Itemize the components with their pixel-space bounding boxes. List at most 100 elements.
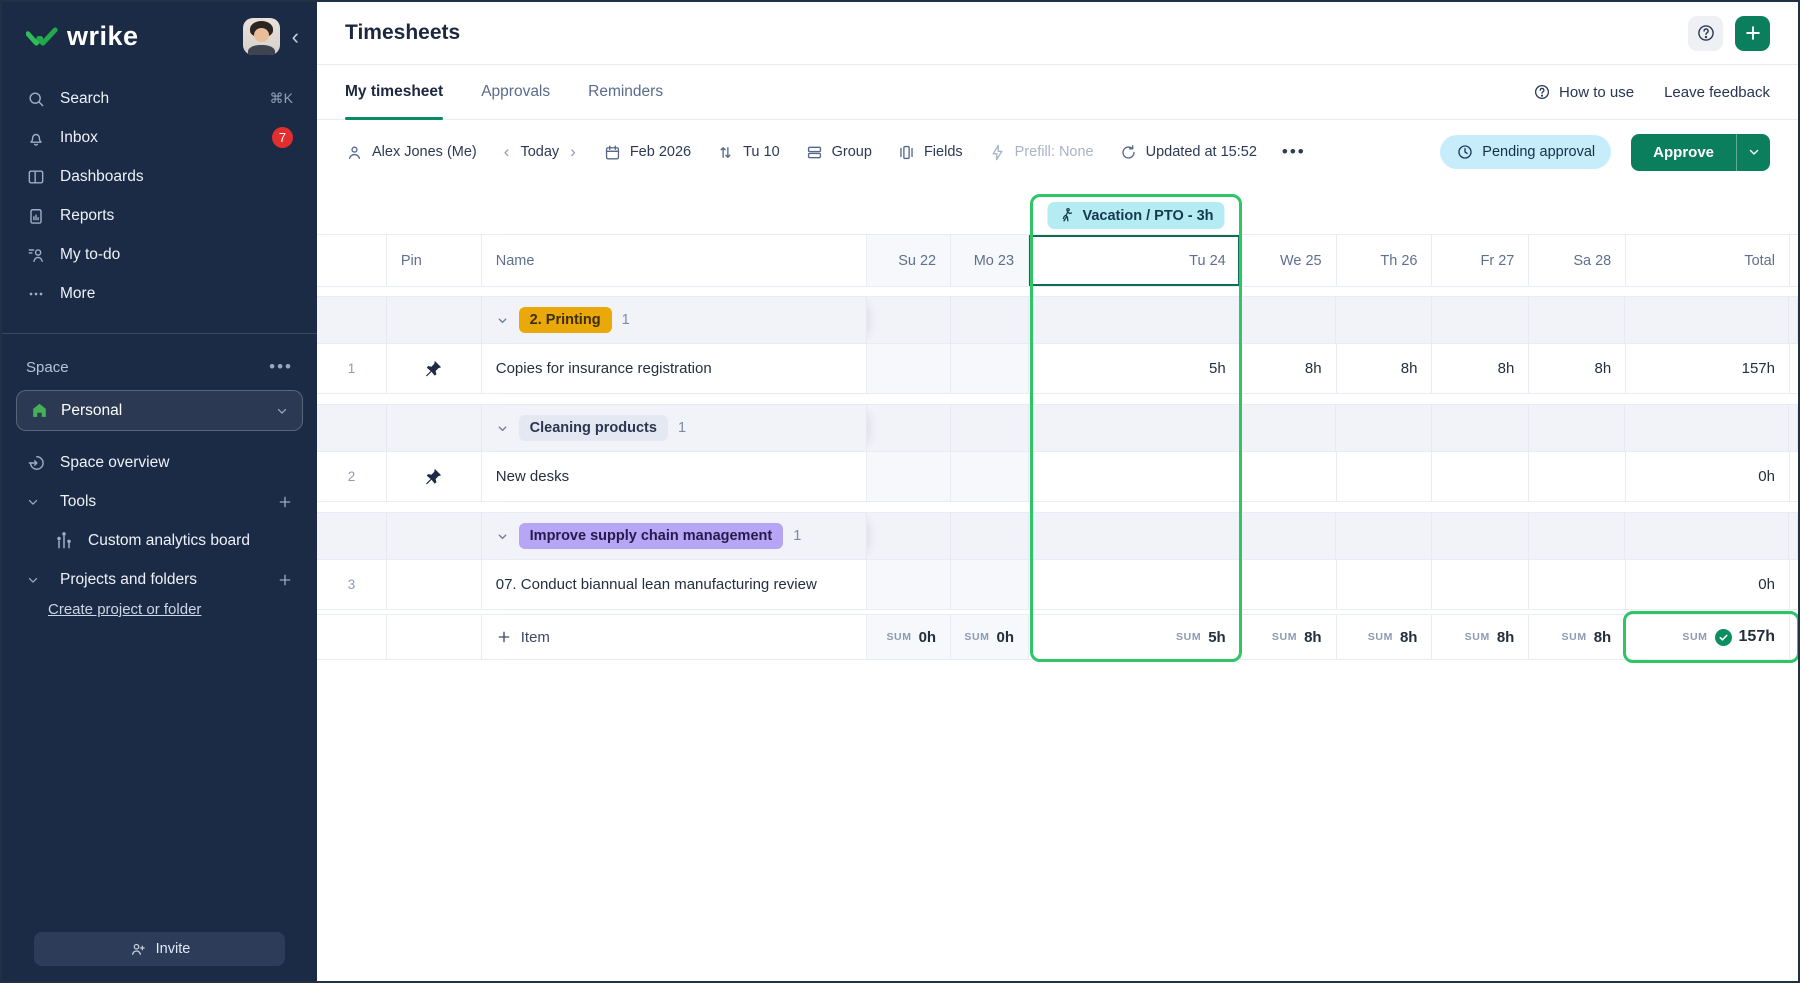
time-cell-we25[interactable]: [1241, 452, 1337, 501]
time-cell-we25[interactable]: [1241, 560, 1337, 609]
day-column-header-tu24-selected[interactable]: Tu 24: [1029, 235, 1241, 286]
calendar-icon: [603, 143, 622, 162]
task-name[interactable]: New desks: [496, 468, 569, 485]
time-cell-fr27[interactable]: [1432, 452, 1529, 501]
sidebar-item-space-overview[interactable]: Space overview: [2, 443, 317, 482]
add-project-button[interactable]: [277, 572, 293, 588]
space-options-button[interactable]: •••: [269, 357, 293, 377]
time-cell-th26[interactable]: [1337, 560, 1433, 609]
sidebar-item-more[interactable]: More: [2, 274, 317, 313]
sidebar-item-label: Space overview: [60, 454, 169, 472]
space-overview-icon: [26, 453, 46, 473]
time-cell-mo23[interactable]: [951, 344, 1029, 393]
time-cell-th26[interactable]: 8h: [1337, 344, 1433, 393]
day-column-header-su22[interactable]: Su 22: [867, 235, 951, 286]
bell-icon: [26, 128, 46, 148]
sum-cell-su22: SUM0h: [867, 615, 951, 659]
invite-button[interactable]: Invite: [34, 932, 285, 966]
sidebar-item-tools[interactable]: Tools: [2, 482, 317, 521]
time-cell-we25[interactable]: 8h: [1241, 344, 1337, 393]
time-cell-sa28[interactable]: 8h: [1529, 344, 1626, 393]
time-cell-tu24[interactable]: [1029, 452, 1241, 501]
row-total: 0h: [1626, 560, 1790, 609]
time-cell-su22[interactable]: [867, 344, 951, 393]
tab-reminders[interactable]: Reminders: [588, 65, 663, 119]
time-cell-su22[interactable]: [867, 452, 951, 501]
fields-button[interactable]: Fields: [897, 143, 963, 162]
dashboards-icon: [26, 167, 46, 187]
sidebar-item-label: Dashboards: [60, 168, 144, 186]
collapse-sidebar-button[interactable]: ‹: [292, 26, 299, 48]
add-tool-button[interactable]: [277, 494, 293, 510]
collapse-group-icon[interactable]: [496, 314, 509, 327]
vacation-pto-badge[interactable]: Vacation / PTO - 3h: [1047, 202, 1224, 229]
sidebar-item-reports[interactable]: Reports: [2, 196, 317, 235]
create-project-or-folder-link[interactable]: Create project or folder: [48, 601, 201, 618]
next-period-button[interactable]: ›: [568, 142, 578, 162]
tab-my-timesheet[interactable]: My timesheet: [345, 65, 443, 119]
sidebar-item-custom-analytics-board[interactable]: Custom analytics board: [2, 521, 317, 560]
total-column-header[interactable]: Total: [1626, 235, 1790, 286]
time-cell-sa28[interactable]: [1529, 452, 1626, 501]
space-selector[interactable]: Personal: [16, 390, 303, 431]
collapse-group-icon[interactable]: [496, 530, 509, 543]
sum-value: 8h: [1497, 629, 1515, 646]
add-item-button[interactable]: Item: [496, 629, 550, 646]
sidebar-item-label: My to-do: [60, 246, 120, 264]
sidebar-item-projects-and-folders[interactable]: Projects and folders: [2, 560, 317, 599]
prev-period-button[interactable]: ‹: [502, 142, 512, 162]
table-row: 1 Copies for insurance registration 5h 8…: [317, 344, 1798, 394]
name-column-header[interactable]: Name: [482, 235, 867, 286]
user-filter-button[interactable]: Alex Jones (Me): [345, 143, 477, 162]
sidebar-item-inbox[interactable]: Inbox 7: [2, 118, 317, 157]
group-badge[interactable]: Cleaning products: [519, 415, 668, 441]
today-button[interactable]: Today: [520, 144, 559, 160]
approve-button[interactable]: Approve: [1631, 134, 1736, 171]
time-cell-sa28[interactable]: [1529, 560, 1626, 609]
time-cell-su22[interactable]: [867, 560, 951, 609]
group-button[interactable]: Group: [805, 143, 872, 162]
toolbar-more-button[interactable]: •••: [1282, 142, 1306, 162]
day-column-header-sa28[interactable]: Sa 28: [1529, 235, 1626, 286]
time-cell-fr27[interactable]: 8h: [1432, 344, 1529, 393]
prefill-button[interactable]: Prefill: None: [988, 143, 1094, 162]
pin-icon[interactable]: [425, 468, 442, 485]
day-column-header-fr27[interactable]: Fr 27: [1432, 235, 1529, 286]
period-picker-button[interactable]: Feb 2026: [603, 143, 691, 162]
time-cell-th26[interactable]: [1337, 452, 1433, 501]
collapse-group-icon[interactable]: [496, 422, 509, 435]
time-cell-fr27[interactable]: [1432, 560, 1529, 609]
group-badge[interactable]: 2. Printing: [519, 307, 612, 333]
sort-button[interactable]: Tu 10: [716, 143, 780, 162]
task-name[interactable]: 07. Conduct biannual lean manufacturing …: [496, 576, 817, 593]
refresh-status[interactable]: Updated at 15:52: [1119, 143, 1257, 162]
sum-cell-we25: SUM8h: [1241, 615, 1337, 659]
user-avatar[interactable]: [243, 18, 280, 55]
create-new-button[interactable]: [1735, 16, 1770, 51]
how-to-use-link[interactable]: How to use: [1533, 83, 1634, 101]
sidebar-item-dashboards[interactable]: Dashboards: [2, 157, 317, 196]
refresh-icon: [1119, 143, 1138, 162]
tab-approvals[interactable]: Approvals: [481, 65, 550, 119]
day-column-header-mo23[interactable]: Mo 23: [951, 235, 1029, 286]
row-number: 2: [317, 452, 387, 501]
sum-value: 0h: [919, 629, 937, 646]
time-cell-mo23[interactable]: [951, 452, 1029, 501]
time-cell-tu24[interactable]: 5h: [1029, 344, 1241, 393]
group-badge[interactable]: Improve supply chain management: [519, 523, 784, 549]
pin-icon[interactable]: [425, 360, 442, 377]
sidebar-item-search[interactable]: Search ⌘K: [2, 79, 317, 118]
day-column-header-we25[interactable]: We 25: [1241, 235, 1337, 286]
task-name[interactable]: Copies for insurance registration: [496, 360, 712, 377]
help-button[interactable]: [1688, 16, 1723, 51]
day-column-header-th26[interactable]: Th 26: [1337, 235, 1433, 286]
time-cell-mo23[interactable]: [951, 560, 1029, 609]
leave-feedback-link[interactable]: Leave feedback: [1664, 84, 1770, 101]
time-cell-tu24[interactable]: [1029, 560, 1241, 609]
pending-approval-chip[interactable]: Pending approval: [1440, 135, 1611, 169]
sidebar-item-my-todo[interactable]: My to-do: [2, 235, 317, 274]
invite-person-icon: [129, 940, 147, 958]
approve-dropdown-button[interactable]: [1736, 134, 1770, 171]
sidebar-item-label: Tools: [60, 493, 96, 511]
pin-column-header[interactable]: Pin: [387, 235, 482, 286]
